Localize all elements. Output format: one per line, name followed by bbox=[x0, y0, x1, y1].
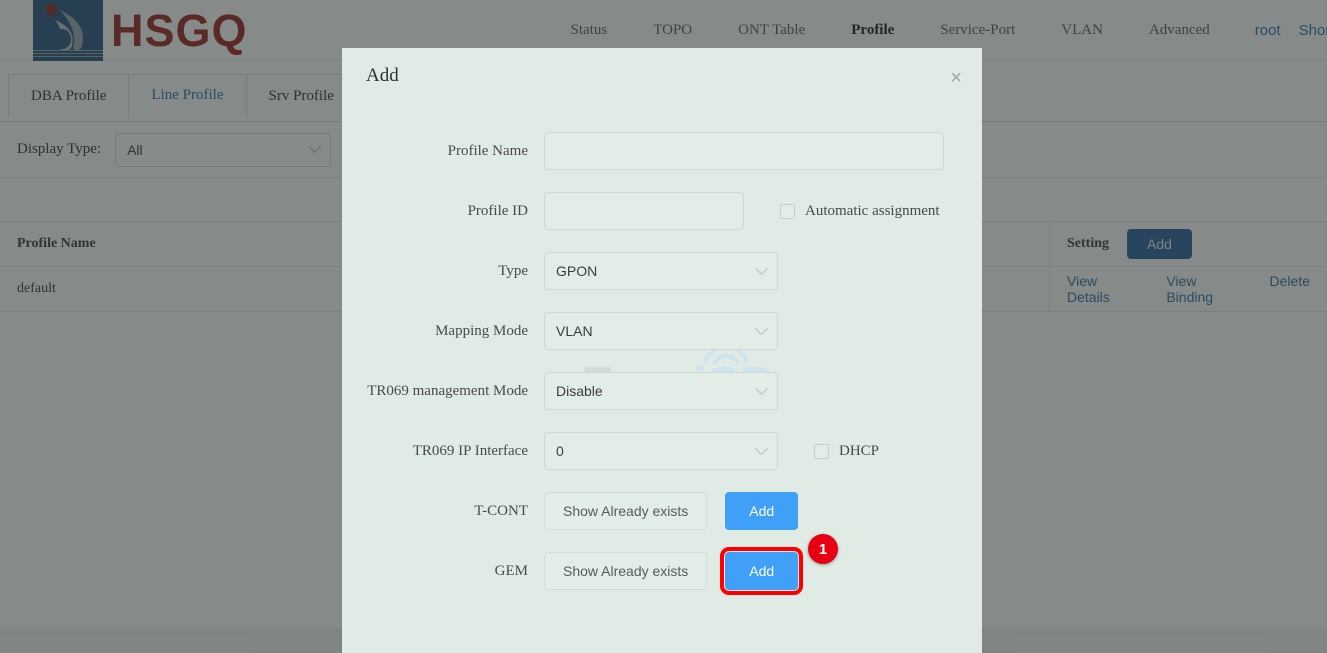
tr069-management-mode-value: Disable bbox=[556, 383, 603, 399]
profile-id-input[interactable] bbox=[544, 192, 744, 230]
checkbox-box-icon bbox=[814, 443, 829, 459]
field-row-profile-id: Profile ID Automatic assignment bbox=[342, 192, 982, 230]
automatic-assignment-label: Automatic assignment bbox=[805, 202, 940, 219]
field-row-type: Type GPON bbox=[342, 252, 982, 290]
tr069-management-mode-select[interactable]: Disable bbox=[544, 372, 778, 410]
label-tr069-management-mode: TR069 management Mode bbox=[367, 382, 528, 399]
label-mapping-mode: Mapping Mode bbox=[435, 322, 528, 339]
label-tr069-ip-interface: TR069 IP Interface bbox=[412, 442, 528, 459]
field-row-tr069-management-mode: TR069 management Mode Disable bbox=[342, 372, 982, 410]
type-value: GPON bbox=[556, 263, 598, 279]
tr069-ip-interface-value: 0 bbox=[556, 443, 564, 459]
label-type: Type bbox=[498, 262, 528, 279]
dialog-body: ForoiSP Profile Name Profile ID Automati… bbox=[342, 104, 982, 595]
tcont-add-button[interactable]: Add bbox=[725, 492, 799, 530]
field-row-mapping-mode: Mapping Mode VLAN bbox=[342, 312, 982, 350]
field-row-gem: GEM Show Already exists Add 1 bbox=[342, 534, 982, 595]
field-row-tcont: T-CONT Show Already exists Add bbox=[342, 492, 982, 530]
add-line-profile-dialog: Add × ForoiSP Profile Name Profile ID Au… bbox=[342, 48, 982, 653]
gem-add-button[interactable]: Add bbox=[720, 547, 804, 595]
field-row-profile-name: Profile Name bbox=[342, 132, 982, 170]
label-tcont: T-CONT bbox=[474, 502, 528, 519]
step-badge-1: 1 bbox=[808, 534, 838, 564]
dialog-title: Add bbox=[366, 65, 399, 86]
tcont-show-existing-button[interactable]: Show Already exists bbox=[544, 492, 708, 530]
checkbox-box-icon bbox=[780, 203, 795, 219]
dialog-header: Add × bbox=[342, 48, 982, 104]
dhcp-label: DHCP bbox=[839, 442, 880, 459]
tr069-ip-interface-select[interactable]: 0 bbox=[544, 432, 778, 470]
field-row-tr069-ip-interface: TR069 IP Interface 0 DHCP bbox=[342, 432, 982, 470]
mapping-mode-value: VLAN bbox=[556, 323, 593, 339]
chevron-down-icon bbox=[755, 441, 768, 455]
close-icon[interactable]: × bbox=[950, 68, 962, 88]
label-gem: GEM bbox=[494, 562, 528, 579]
gem-show-existing-button[interactable]: Show Already exists bbox=[544, 552, 708, 590]
type-select[interactable]: GPON bbox=[544, 252, 778, 290]
chevron-down-icon bbox=[755, 321, 768, 335]
label-profile-id: Profile ID bbox=[467, 202, 528, 219]
chevron-down-icon bbox=[755, 261, 768, 275]
chevron-down-icon bbox=[755, 381, 768, 395]
mapping-mode-select[interactable]: VLAN bbox=[544, 312, 778, 350]
label-profile-name: Profile Name bbox=[447, 142, 528, 159]
automatic-assignment-checkbox[interactable]: Automatic assignment bbox=[780, 203, 940, 220]
profile-name-input[interactable] bbox=[544, 132, 944, 170]
dhcp-checkbox[interactable]: DHCP bbox=[814, 443, 879, 460]
